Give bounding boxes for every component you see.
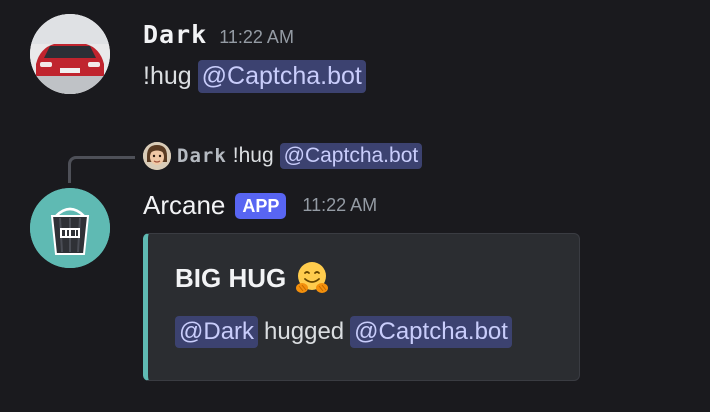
reply-avatar-image	[143, 142, 171, 170]
message-text: !hug	[143, 62, 192, 90]
reply-avatar	[143, 142, 171, 170]
reply-preview[interactable]: Dark !hug @Captcha.bot	[143, 142, 423, 170]
bot-avatar-arcane[interactable]	[30, 188, 110, 268]
username[interactable]: Dark	[143, 20, 207, 49]
reply-mention[interactable]: @Captcha.bot	[279, 143, 423, 169]
reply-spine	[68, 156, 135, 183]
user-avatar-dark[interactable]	[30, 14, 110, 94]
reply-text: !hug	[232, 144, 274, 167]
message-header: Dark 11:22 AM	[143, 20, 294, 49]
message-timestamp: 11:22 AM	[302, 195, 378, 215]
reply-username[interactable]: Dark	[177, 145, 227, 167]
bot-username[interactable]: Arcane	[143, 190, 225, 221]
message-header: Arcane APP 11:22 AM	[143, 190, 377, 221]
embed-mention-to[interactable]: @Captcha.bot	[350, 316, 512, 348]
message-content: !hug @Captcha.bot	[143, 60, 366, 93]
bucket-icon	[30, 188, 110, 268]
message-embed: BIG HUG @Dark hugged @Captcha.bot	[143, 233, 580, 381]
embed-title: BIG HUG	[175, 260, 330, 296]
message-timestamp: 11:22 AM	[219, 27, 294, 47]
embed-description: @Dark hugged @Captcha.bot	[175, 316, 512, 348]
hugging-face-emoji-icon	[296, 262, 329, 293]
app-badge: APP	[235, 192, 287, 219]
car-avatar-image	[30, 14, 110, 94]
user-mention[interactable]: @Captcha.bot	[197, 60, 366, 93]
embed-title-text: BIG HUG	[175, 262, 287, 293]
embed-mention-from[interactable]: @Dark	[175, 316, 259, 348]
chat-message-list: Dark 11:22 AM !hug @Captcha.bot Dark !hu…	[0, 0, 710, 412]
embed-verb: hugged	[264, 318, 345, 345]
